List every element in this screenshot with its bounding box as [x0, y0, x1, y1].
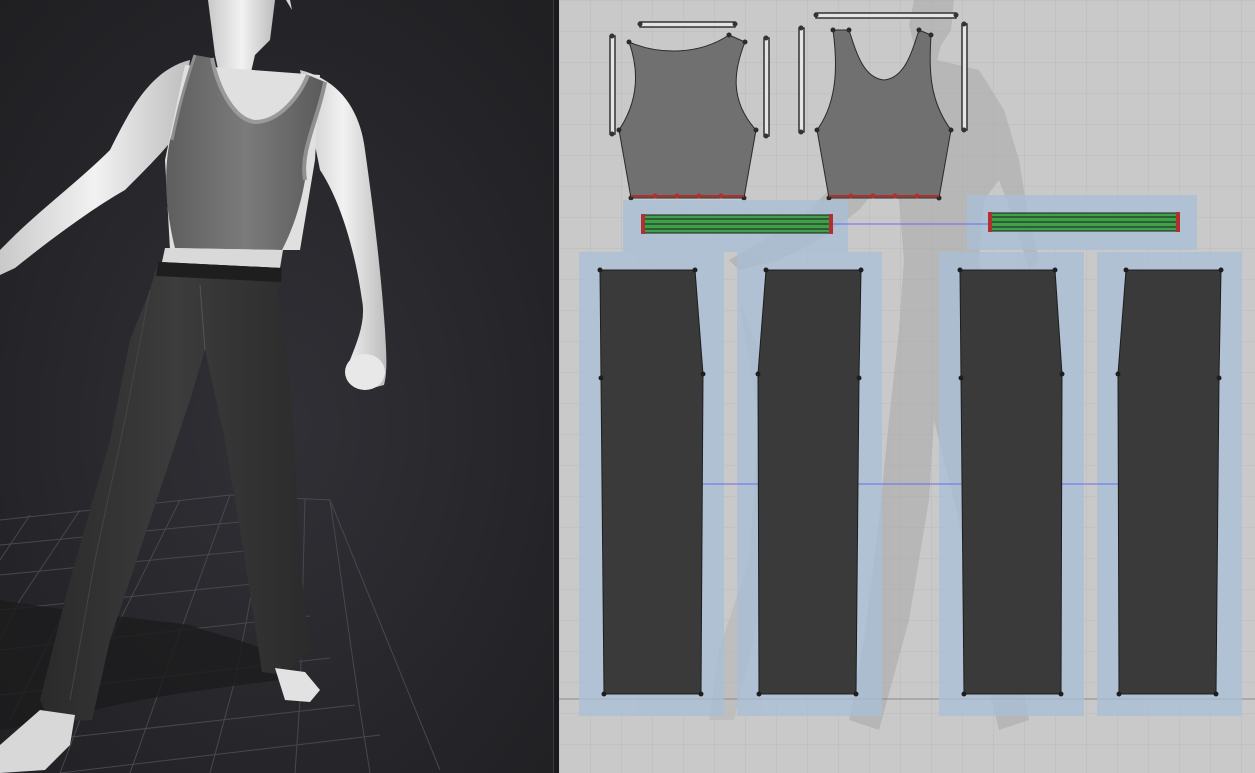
leg-1[interactable]	[597, 267, 706, 697]
2d-pattern-window[interactable]	[559, 0, 1255, 773]
top-front[interactable]	[616, 32, 759, 201]
leg-4[interactable]	[1115, 267, 1224, 697]
leg-2[interactable]	[755, 267, 864, 697]
waistband-right[interactable]	[988, 212, 1180, 232]
app-window	[0, 0, 1255, 773]
3d-viewport[interactable]	[0, 0, 553, 773]
2d-canvas	[559, 0, 1255, 773]
waistband-left[interactable]	[641, 214, 833, 234]
leg-3[interactable]	[957, 267, 1065, 697]
3d-scene	[0, 0, 553, 773]
